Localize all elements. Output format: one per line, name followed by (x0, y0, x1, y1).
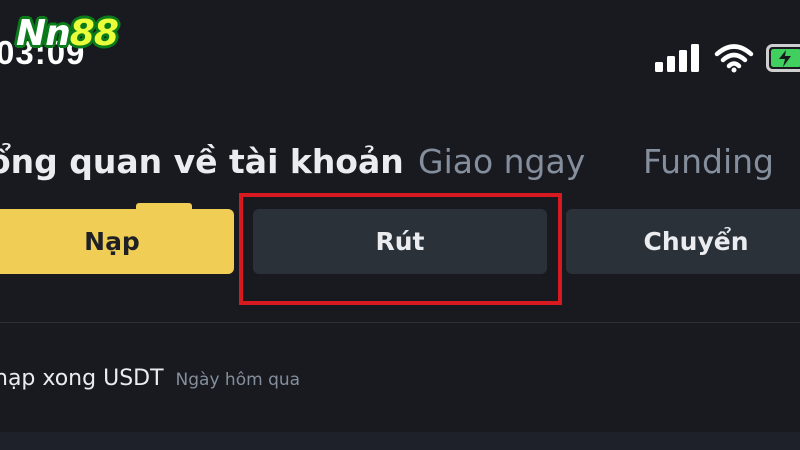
transfer-button[interactable]: Chuyển (566, 209, 800, 274)
wifi-icon (714, 44, 754, 73)
signal-icon (655, 44, 699, 72)
section-divider (0, 322, 800, 323)
bottom-band (0, 432, 800, 450)
battery-icon (766, 44, 800, 72)
watermark-logo: Nn88 (16, 13, 119, 54)
tab-spot[interactable]: Giao ngay (418, 140, 585, 184)
app-screen: 03:09 Nn88 ổng quan về tài khoản Giao ng… (0, 0, 800, 450)
logo-text-main: Nn (16, 13, 71, 54)
tab-account-overview[interactable]: ổng quan về tài khoản (0, 140, 404, 184)
notification-time: Ngày hôm qua (175, 370, 301, 390)
withdraw-button[interactable]: Rút (253, 209, 547, 274)
tab-funding[interactable]: Funding (643, 140, 774, 184)
notification-text: nạp xong USDT (0, 366, 164, 391)
logo-text-accent: 88 (69, 13, 119, 54)
deposit-button[interactable]: Nạp (0, 209, 234, 274)
notification-item[interactable]: nạp xong USDT Ngày hôm qua (0, 366, 300, 391)
